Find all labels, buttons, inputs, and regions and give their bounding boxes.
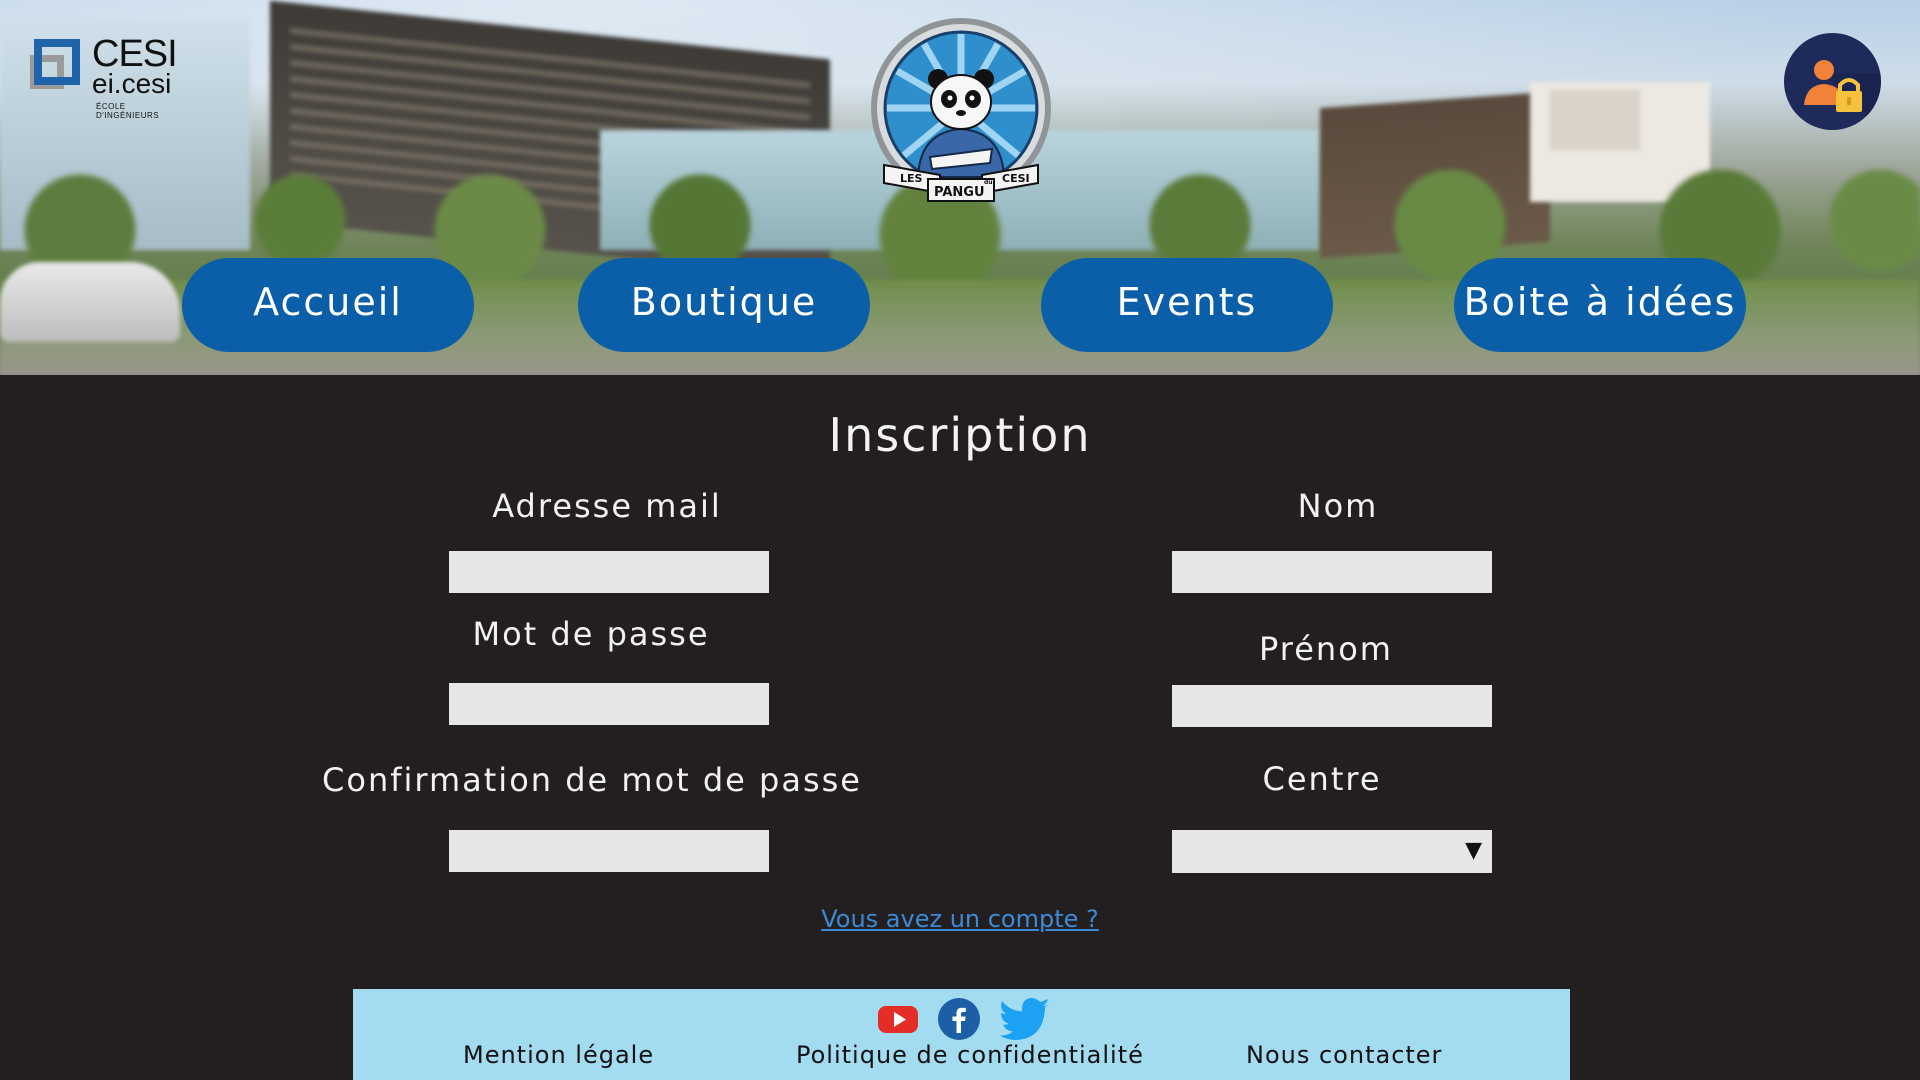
panda-badge-icon[interactable]: LES PANGU du CESI	[870, 17, 1052, 209]
logo-sub: ei.cesi	[92, 68, 172, 99]
legal-notice-link[interactable]: Mention légale	[463, 1041, 654, 1069]
nav-label: Events	[1116, 280, 1258, 324]
banner-building	[1550, 90, 1640, 150]
login-link[interactable]: Vous avez un compte ?	[821, 905, 1099, 933]
badge-text-small: du	[984, 179, 993, 186]
nav-events-button[interactable]: Events	[1041, 258, 1333, 352]
youtube-icon[interactable]	[876, 997, 920, 1041]
nav-label: Boutique	[630, 280, 818, 324]
password-confirm-label: Confirmation de mot de passe	[322, 761, 862, 799]
logo-tagline: ÉCOLE D'INGÉNIEURS	[96, 102, 160, 120]
nav-boutique-button[interactable]: Boutique	[578, 258, 870, 352]
cesi-logo[interactable]: CESI ei.cesi ÉCOLE D'INGÉNIEURS	[30, 35, 190, 120]
badge-text-center: PANGU	[934, 185, 985, 200]
privacy-policy-link[interactable]: Politique de confidentialité	[796, 1041, 1144, 1069]
nav-boite-a-idees-button[interactable]: Boite à idées	[1454, 258, 1746, 352]
nav-label: Boite à idées	[1463, 280, 1737, 324]
facebook-icon[interactable]	[937, 997, 981, 1041]
badge-text-left: LES	[900, 172, 923, 185]
login-link-row: Vous avez un compte ?	[0, 905, 1920, 933]
contact-link[interactable]: Nous contacter	[1246, 1041, 1442, 1069]
user-lock-icon	[1804, 60, 1881, 130]
password-field[interactable]	[449, 683, 769, 725]
badge-text-right: CESI	[1002, 172, 1030, 185]
last-name-field[interactable]	[1172, 551, 1492, 593]
password-confirm-field[interactable]	[449, 830, 769, 872]
footer: Mention légale Politique de confidential…	[353, 989, 1570, 1080]
first-name-label: Prénom	[1259, 630, 1393, 668]
page-title: Inscription	[828, 408, 1092, 462]
first-name-field[interactable]	[1172, 685, 1492, 727]
nav-label: Accueil	[253, 280, 403, 324]
email-field[interactable]	[449, 551, 769, 593]
last-name-label: Nom	[1297, 487, 1379, 525]
nav-accueil-button[interactable]: Accueil	[182, 258, 474, 352]
cesi-logo-icon	[34, 39, 80, 85]
email-label: Adresse mail	[492, 487, 722, 525]
triangle-down-icon: ▼	[1465, 838, 1482, 863]
password-label: Mot de passe	[472, 615, 710, 653]
banner-car	[0, 262, 180, 342]
centre-select[interactable]: ▼	[1172, 830, 1492, 873]
header-banner: CESI ei.cesi ÉCOLE D'INGÉNIEURS LES PANG…	[0, 0, 1920, 375]
account-button[interactable]	[1784, 33, 1881, 130]
twitter-icon[interactable]	[1000, 997, 1052, 1041]
centre-label: Centre	[1262, 760, 1382, 798]
